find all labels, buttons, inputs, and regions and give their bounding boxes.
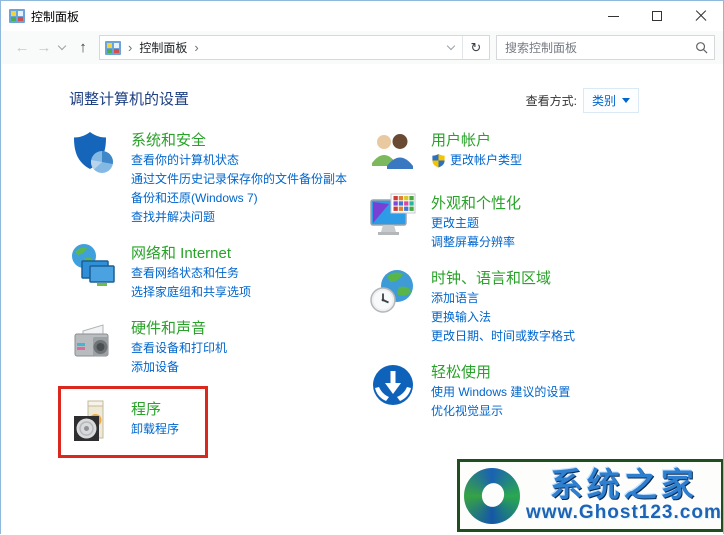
window-title: 控制面板 xyxy=(31,9,80,24)
maximize-icon xyxy=(652,11,662,21)
category-title[interactable]: 程序 xyxy=(131,400,161,420)
maximize-button[interactable] xyxy=(635,1,679,31)
uac-shield-icon xyxy=(432,153,445,168)
control-panel-window: 控制面板 ← → ↑ › 控制面板 › ↻ 搜索控制面板 调整计算机的设置 查看… xyxy=(0,0,724,535)
shield-security-icon[interactable] xyxy=(69,129,117,177)
right-column: 用户帐户 更改帐户类型 外观和个性化 更改主题 调整屏幕分辨率 时钟、语言和区域… xyxy=(369,129,669,458)
watermark-banner: 系统之家 www.Ghost123.com xyxy=(457,459,723,532)
category-appearance-personalization: 外观和个性化 更改主题 调整屏幕分辨率 xyxy=(369,192,669,252)
category-title[interactable]: 轻松使用 xyxy=(431,363,491,383)
task-link[interactable]: 添加设备 xyxy=(131,358,227,377)
task-link[interactable]: 通过文件历史记录保存你的文件备份副本 xyxy=(131,170,347,189)
task-link[interactable]: 添加语言 xyxy=(431,289,575,308)
page-title: 调整计算机的设置 xyxy=(69,91,190,108)
caret-down-icon xyxy=(622,98,630,103)
category-title[interactable]: 时钟、语言和区域 xyxy=(431,269,551,289)
view-by-label: 查看方式: xyxy=(525,94,577,108)
close-icon xyxy=(695,10,707,22)
network-globe-monitors-icon[interactable] xyxy=(69,242,117,290)
task-link[interactable]: 卸载程序 xyxy=(131,420,179,439)
breadcrumb-separator[interactable]: › xyxy=(194,40,198,55)
chevron-down-icon xyxy=(446,41,456,51)
task-link-label: 更改帐户类型 xyxy=(450,153,523,167)
category-title[interactable]: 外观和个性化 xyxy=(431,194,521,214)
caption-buttons xyxy=(591,1,723,31)
titlebar: 控制面板 xyxy=(1,1,723,31)
programs-highlight-box: 程序 卸载程序 xyxy=(58,386,209,458)
category-user-accounts: 用户帐户 更改帐户类型 xyxy=(369,129,669,177)
search-box[interactable] xyxy=(496,35,715,60)
program-box-cd-icon[interactable] xyxy=(69,398,117,446)
task-link[interactable]: 查找并解决问题 xyxy=(131,208,347,227)
left-column: 系统和安全 查看你的计算机状态 通过文件历史记录保存你的文件备份副本 备份和还原… xyxy=(58,129,369,458)
address-bar[interactable]: › 控制面板 › ↻ xyxy=(99,35,490,60)
watermark-url: www.Ghost123.com xyxy=(526,501,722,523)
task-link[interactable]: 更改日期、时间或数字格式 xyxy=(431,327,575,346)
printer-speaker-icon[interactable] xyxy=(69,317,117,365)
category-title[interactable]: 网络和 Internet xyxy=(131,244,231,264)
view-by-dropdown[interactable]: 类别 xyxy=(582,88,639,113)
address-location-icon xyxy=(105,40,121,55)
task-link[interactable]: 查看设备和打印机 xyxy=(131,339,227,358)
control-panel-content: 调整计算机的设置 查看方式: 类别 系统和安全 查看你的计算机状态 通过文件历史… xyxy=(1,64,723,535)
minimize-button[interactable] xyxy=(591,1,635,31)
task-link[interactable]: 查看网络状态和任务 xyxy=(131,264,251,283)
breadcrumb-separator: › xyxy=(128,40,133,55)
category-network-internet: 网络和 Internet 查看网络状态和任务 选择家庭组和共享选项 xyxy=(69,242,369,302)
up-button[interactable]: ↑ xyxy=(73,39,93,56)
chevron-down-icon xyxy=(57,41,67,51)
control-panel-app-icon xyxy=(9,9,25,23)
category-title[interactable]: 系统和安全 xyxy=(131,131,206,151)
task-link[interactable]: 查看你的计算机状态 xyxy=(131,151,347,170)
task-link[interactable]: 优化视觉显示 xyxy=(431,402,570,421)
watermark-logo-icon xyxy=(464,467,520,524)
task-link[interactable]: 更改主题 xyxy=(431,214,521,233)
breadcrumb[interactable]: 控制面板 xyxy=(139,39,187,56)
navigation-bar: ← → ↑ › 控制面板 › ↻ xyxy=(1,31,723,64)
task-link-with-uac[interactable]: 更改帐户类型 xyxy=(431,151,522,170)
search-input[interactable] xyxy=(505,40,695,55)
category-programs: 程序 卸载程序 xyxy=(69,398,179,446)
category-hardware-sound: 硬件和声音 查看设备和打印机 添加设备 xyxy=(69,317,369,377)
task-link[interactable]: 选择家庭组和共享选项 xyxy=(131,283,251,302)
search-icon[interactable] xyxy=(695,41,708,54)
back-button[interactable]: ← xyxy=(11,39,33,56)
category-columns: 系统和安全 查看你的计算机状态 通过文件历史记录保存你的文件备份副本 备份和还原… xyxy=(1,129,723,458)
view-by-value: 类别 xyxy=(591,94,616,108)
forward-button[interactable]: → xyxy=(33,39,55,56)
task-link[interactable]: 使用 Windows 建议的设置 xyxy=(431,383,570,402)
task-link[interactable]: 更换输入法 xyxy=(431,308,575,327)
category-title[interactable]: 硬件和声音 xyxy=(131,319,206,339)
recent-pages-dropdown[interactable] xyxy=(55,41,69,51)
globe-clock-icon[interactable] xyxy=(369,267,417,315)
address-history-dropdown[interactable] xyxy=(440,36,462,59)
content-header: 调整计算机的设置 查看方式: 类别 xyxy=(1,64,723,129)
minimize-icon xyxy=(607,15,619,17)
category-ease-of-access: 轻松使用 使用 Windows 建议的设置 优化视觉显示 xyxy=(369,361,669,421)
category-clock-language-region: 时钟、语言和区域 添加语言 更换输入法 更改日期、时间或数字格式 xyxy=(369,267,669,346)
refresh-button[interactable]: ↻ xyxy=(462,36,489,59)
close-button[interactable] xyxy=(679,1,723,31)
ease-of-access-icon[interactable] xyxy=(369,361,417,409)
users-icon[interactable] xyxy=(369,129,417,177)
task-link[interactable]: 备份和还原(Windows 7) xyxy=(131,189,347,208)
monitor-palette-icon[interactable] xyxy=(369,192,417,240)
task-link[interactable]: 调整屏幕分辨率 xyxy=(431,233,521,252)
view-by-control: 查看方式: 类别 xyxy=(526,88,639,113)
category-title[interactable]: 用户帐户 xyxy=(431,131,491,151)
category-system-security: 系统和安全 查看你的计算机状态 通过文件历史记录保存你的文件备份副本 备份和还原… xyxy=(69,129,369,227)
watermark-title: 系统之家 xyxy=(549,465,698,503)
